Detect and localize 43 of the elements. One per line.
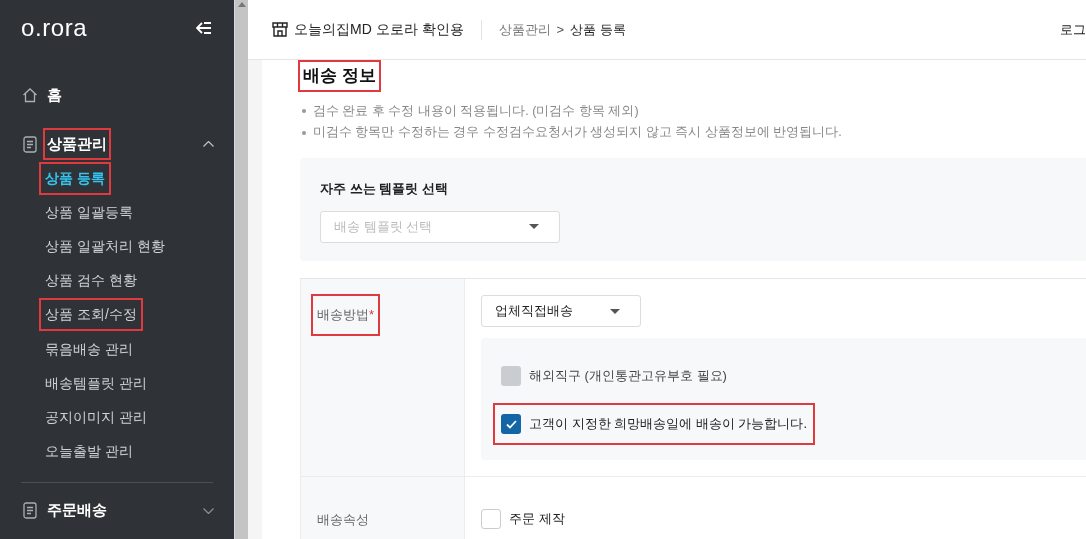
check-icon	[505, 419, 517, 429]
checkbox[interactable]	[501, 414, 521, 434]
field-label: 배송방법*	[313, 296, 379, 334]
document-icon	[21, 502, 39, 520]
submenu-item[interactable]: 공지이미지 관리	[41, 402, 151, 432]
collapse-icon[interactable]	[196, 22, 212, 34]
submenu-item[interactable]: 배송템플릿 관리	[41, 368, 151, 398]
template-label: 자주 쓰는 템플릿 선택	[320, 180, 449, 198]
submenu-item[interactable]: 상품 일괄등록	[41, 197, 137, 227]
document-icon	[21, 135, 39, 153]
caret-icon	[610, 308, 620, 314]
caret-icon	[529, 224, 539, 229]
section-title: 배송 정보	[300, 62, 379, 90]
scroll-up-icon[interactable]	[237, 2, 246, 7]
submenu-item[interactable]: 상품 등록	[41, 163, 109, 193]
checkbox-label: 고객이 지정한 희망배송일에 배송이 가능합니다.	[529, 415, 808, 434]
home-icon	[21, 87, 39, 103]
checkbox-label: 주문 제작	[509, 510, 565, 529]
chevron-up-icon[interactable]	[203, 141, 214, 147]
menu-item[interactable]: 홈	[45, 80, 64, 110]
scrollbar[interactable]	[234, 0, 248, 539]
breadcrumb-separator: >	[556, 20, 565, 39]
method-select[interactable]: 업체직접배송	[481, 295, 641, 327]
field-label: 배송속성	[316, 511, 370, 529]
submenu-item[interactable]: 상품 일괄처리 현황	[41, 231, 169, 261]
chevron-down-icon[interactable]	[203, 507, 214, 514]
checkbox[interactable]	[481, 509, 501, 529]
note-text: 검수 완료 후 수정 내용이 적용됩니다. (미검수 항목 제외)	[313, 102, 639, 120]
logout-link[interactable]: 로그	[1060, 19, 1086, 40]
menu-item[interactable]: 상품관리	[45, 129, 109, 159]
note-text: 미검수 항목만 수정하는 경우 수정검수요청서가 생성되지 않고 즉시 상품정보에 반영됩니다.	[313, 124, 842, 142]
menu-item[interactable]: 주문배송	[45, 496, 109, 525]
submenu-item[interactable]: 오늘출발 관리	[41, 437, 137, 467]
bullet-icon	[302, 108, 306, 113]
checkbox-label: 해외직구 (개인통관고유부호 필요)	[529, 367, 727, 386]
store-icon	[272, 22, 288, 37]
logo: o.rora	[21, 13, 88, 43]
submenu-item[interactable]: 상품 검수 현황	[41, 266, 141, 296]
bullet-icon	[302, 130, 306, 135]
store-name: 오늘의집MD 오로라 확인용	[294, 20, 464, 39]
submenu-item[interactable]: 묶음배송 관리	[41, 334, 137, 364]
breadcrumb-link[interactable]: 상품관리	[498, 19, 551, 40]
submenu-item[interactable]: 상품 조회/수정	[41, 300, 141, 330]
